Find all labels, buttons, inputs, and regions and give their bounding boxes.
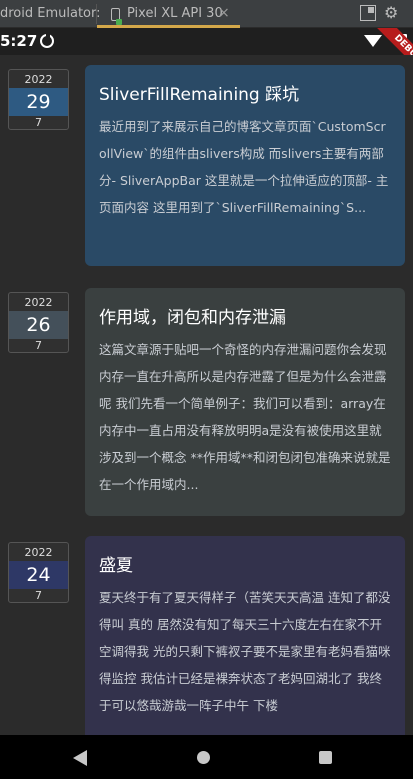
post-month: 7 (35, 116, 42, 129)
home-icon[interactable] (197, 751, 210, 764)
post-day: 29 (9, 88, 68, 116)
date-badge: 2022 24 7 (8, 542, 69, 603)
date-badge: 2022 29 7 (8, 69, 69, 130)
post-excerpt: 最近用到了来展示自己的博客文章页面`CustomScrollView`的组件由s… (99, 119, 389, 215)
post-card[interactable]: 作用域，闭包和内存泄漏 这篇文章源于贴吧一个奇怪的内存泄漏问题你会发现内存一直在… (85, 288, 405, 516)
gear-icon[interactable]: ⚙ (384, 5, 400, 21)
emulator-label: droid Emulator: (0, 6, 101, 21)
tab-label: Pixel XL API 30 (127, 6, 223, 21)
post-title: SliverFillRemaining 踩坑 (99, 85, 300, 105)
post-year: 2022 (24, 546, 53, 559)
post-list[interactable]: 2022 29 7 SliverFillRemaining 踩坑 最近用到了来展… (0, 55, 413, 735)
notification-icon (40, 34, 54, 48)
post-day: 24 (9, 561, 68, 589)
post-card[interactable]: SliverFillRemaining 踩坑 最近用到了来展示自己的博客文章页面… (85, 65, 405, 266)
post-card[interactable]: 盛夏 夏天终于有了夏天得样子（苦笑天天高温 连知了都没得叫 真的 居然没有知了每… (85, 536, 405, 735)
post-month: 7 (35, 589, 42, 602)
post-day: 26 (9, 311, 68, 339)
post-title: 作用域，闭包和内存泄漏 (99, 308, 286, 328)
post-excerpt: 夏天终于有了夏天得样子（苦笑天天高温 连知了都没得叫 真的 居然没有知了每天三十… (99, 590, 391, 713)
status-time: 5:27 (0, 32, 38, 50)
post-year: 2022 (24, 73, 53, 86)
post-month: 7 (35, 339, 42, 352)
back-icon[interactable] (73, 750, 87, 766)
post-excerpt: 这篇文章源于贴吧一个奇怪的内存泄漏问题你会发现内存一直在升高所以是内存泄露了但是… (99, 342, 391, 492)
date-badge: 2022 26 7 (8, 292, 69, 353)
recents-icon[interactable] (319, 751, 332, 764)
window-mode-icon[interactable] (360, 5, 376, 21)
post-title: 盛夏 (99, 556, 133, 576)
close-icon[interactable]: × (218, 5, 230, 21)
status-bar: 5:27 (0, 28, 413, 55)
system-nav-bar (0, 735, 413, 779)
post-year: 2022 (24, 296, 53, 309)
device-icon (111, 8, 122, 25)
ide-toolbar: droid Emulator: Pixel XL API 30 × ⚙ (0, 0, 413, 28)
